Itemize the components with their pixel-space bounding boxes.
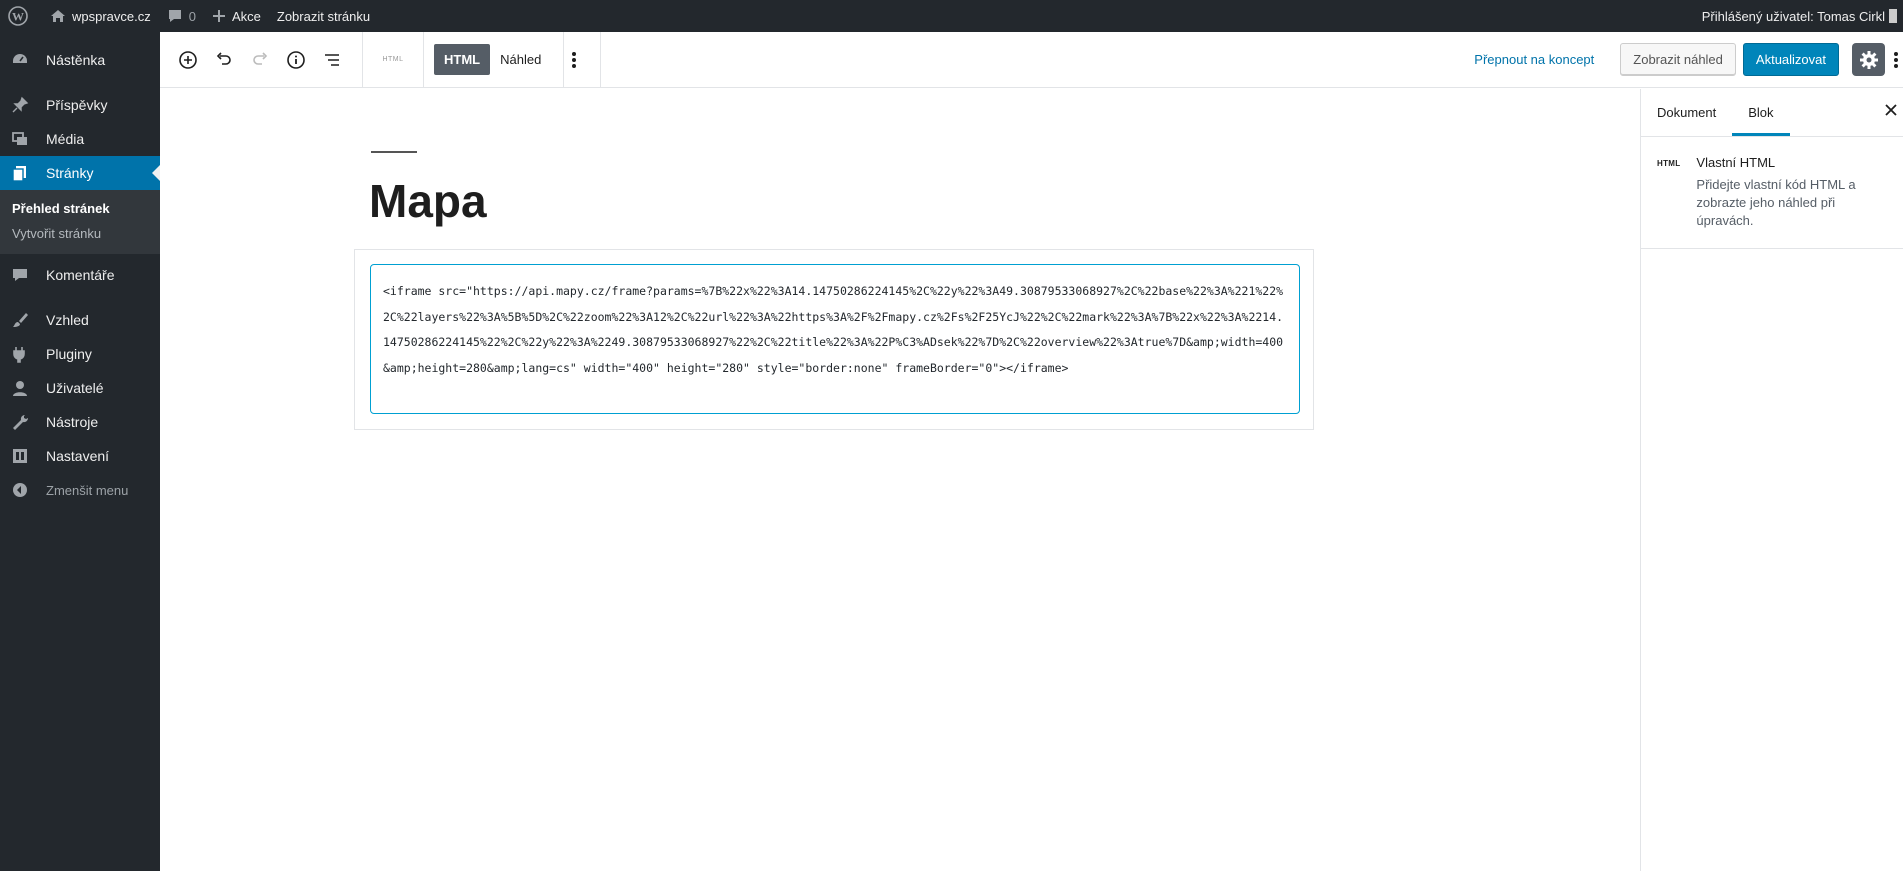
settings-sidebar: Dokument Blok HTML Vlastní HTML Přidejte… (1640, 89, 1903, 871)
more-options-button[interactable] (556, 42, 592, 78)
undo-button[interactable] (206, 42, 242, 78)
menu-item-appearance[interactable]: Vzhled (0, 303, 160, 337)
wordpress-logo-icon[interactable]: W (0, 0, 42, 32)
home-icon (51, 10, 65, 22)
menu-item-posts[interactable]: Příspěvky (0, 88, 160, 122)
menu-label: Nástroje (46, 414, 99, 430)
title-separator (371, 151, 417, 153)
update-button[interactable]: Aktualizovat (1742, 43, 1839, 76)
collapse-label: Zmenšit menu (46, 482, 129, 498)
user-icon (10, 378, 30, 398)
editor-canvas: Mapa <iframe src="https://api.mapy.cz/fr… (160, 89, 1640, 871)
menu-item-comments[interactable]: Komentáře (0, 258, 160, 292)
plus-circle-icon (179, 50, 197, 69)
add-block-button[interactable] (170, 42, 206, 78)
html-block-icon: HTML (1657, 159, 1681, 168)
settings-tabs: Dokument Blok (1641, 89, 1903, 137)
site-name: wpspravce.cz (72, 8, 151, 24)
menu-item-settings[interactable]: Nastavení (0, 439, 160, 473)
plugin-icon (10, 344, 30, 364)
submenu-add-page[interactable]: Vytvořit stránku (0, 221, 160, 246)
toolbar-divider (423, 31, 424, 88)
comments-icon (10, 265, 30, 285)
comments-link[interactable]: 0 (159, 0, 204, 32)
menu-label: Stránky (46, 165, 94, 181)
tab-preview[interactable]: Náhled (490, 44, 551, 75)
new-content-link[interactable]: Akce (204, 0, 269, 32)
comment-icon (168, 10, 181, 22)
gear-icon (1859, 50, 1878, 69)
block-card: HTML Vlastní HTML Přidejte vlastní kód H… (1641, 137, 1903, 249)
menu-item-pages[interactable]: Stránky (0, 156, 160, 190)
html-block[interactable]: <iframe src="https://api.mapy.cz/frame?p… (354, 249, 1314, 430)
menu-label: Média (46, 131, 85, 147)
menu-item-users[interactable]: Uživatelé (0, 371, 160, 405)
undo-icon (216, 51, 231, 65)
block-name: Vlastní HTML (1696, 155, 1776, 170)
view-page-label: Zobrazit stránku (276, 8, 371, 24)
html-block-icon: HTML (382, 56, 404, 63)
menu-label: Komentáře (46, 267, 115, 283)
tab-document[interactable]: Dokument (1641, 89, 1732, 136)
block-type-button[interactable]: HTML (375, 42, 411, 78)
plus-icon (212, 10, 225, 22)
avatar (1889, 9, 1897, 23)
menu-item-plugins[interactable]: Pluginy (0, 337, 160, 371)
menu-label: Nastavení (46, 448, 110, 464)
brush-icon (10, 310, 30, 330)
tab-html[interactable]: HTML (434, 44, 491, 75)
collapse-icon (10, 480, 30, 500)
menu-label: Uživatelé (46, 380, 104, 396)
pages-icon (10, 163, 30, 183)
more-menu-icon[interactable] (1893, 50, 1903, 70)
user-account-link[interactable]: Přihlášený uživatel: Tomas Cirkl (1694, 0, 1903, 32)
comments-count: 0 (188, 8, 196, 24)
collapse-menu-button[interactable]: Zmenšit menu (0, 473, 160, 507)
menu-label: Příspěvky (46, 97, 108, 113)
menu-label: Vzhled (46, 312, 89, 328)
content-info-button[interactable] (278, 42, 314, 78)
switch-to-draft-button[interactable]: Přepnout na koncept (1474, 52, 1594, 67)
close-icon[interactable] (1885, 103, 1897, 121)
block-description: Přidejte vlastní kód HTML a zobrazte jeh… (1696, 177, 1856, 228)
post-title[interactable]: Mapa (369, 174, 487, 228)
menu-item-tools[interactable]: Nástroje (0, 405, 160, 439)
pin-icon (10, 95, 30, 115)
user-greeting: Přihlášený uživatel: Tomas Cirkl (1701, 8, 1885, 24)
wrench-icon (10, 412, 30, 432)
preview-button[interactable]: Zobrazit náhled (1620, 43, 1736, 76)
admin-bar: W wpspravce.cz 0 Akce Zobrazit stránku P… (0, 0, 1903, 32)
site-name-link[interactable]: wpspravce.cz (42, 0, 159, 32)
settings-icon (10, 446, 30, 466)
more-vertical-icon (572, 51, 577, 68)
redo-button[interactable] (242, 42, 278, 78)
redo-icon (253, 51, 268, 65)
admin-menu: Nástěnka Příspěvky Média Stránky Přehled… (0, 32, 160, 871)
view-page-link[interactable]: Zobrazit stránku (269, 0, 378, 32)
list-icon (325, 53, 339, 66)
menu-item-media[interactable]: Média (0, 122, 160, 156)
tab-block[interactable]: Blok (1732, 89, 1790, 136)
toolbar-divider (362, 31, 363, 88)
dashboard-icon (10, 50, 30, 70)
new-label: Akce (231, 8, 261, 24)
pages-submenu: Přehled stránek Vytvořit stránku (0, 190, 160, 254)
editor-header: HTML HTML Náhled Přepnout na koncept Zob… (160, 31, 1903, 88)
submenu-all-pages[interactable]: Přehled stránek (0, 196, 160, 221)
block-navigation-button[interactable] (314, 42, 350, 78)
menu-label: Nástěnka (46, 52, 106, 68)
header-actions: Přepnout na koncept Zobrazit náhled Aktu… (1474, 32, 1903, 88)
html-code-textarea[interactable]: <iframe src="https://api.mapy.cz/frame?p… (370, 264, 1300, 414)
info-icon (287, 50, 305, 69)
media-icon (10, 129, 30, 149)
settings-button[interactable] (1852, 43, 1885, 76)
toolbar-divider (600, 31, 602, 88)
svg-text:W: W (12, 10, 24, 24)
menu-item-dashboard[interactable]: Nástěnka (0, 43, 160, 77)
menu-label: Pluginy (46, 346, 92, 362)
